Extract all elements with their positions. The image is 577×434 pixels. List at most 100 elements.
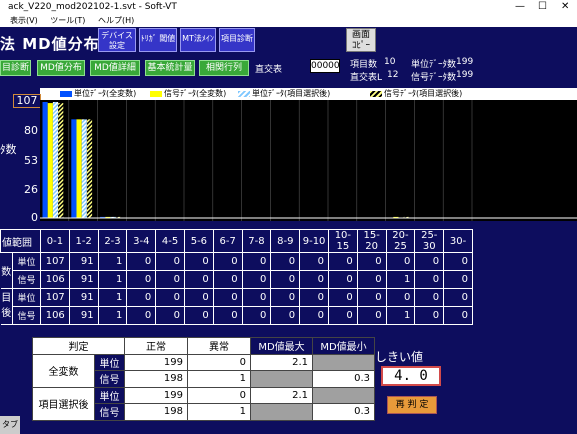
cell: 0 [183, 252, 214, 271]
range-col-header: 25-30 [414, 229, 445, 253]
cell: 0 [414, 252, 445, 271]
table-row: 信号 106 91 1 0 0 0 0 0 0 0 0 0 1 0 0 [1, 306, 473, 325]
orth-table-label: 直交表 [255, 65, 283, 75]
trigger-threshold-button[interactable]: ﾄﾘｶﾞ 閾値 [139, 28, 177, 52]
tab-label[interactable]: タブ [0, 416, 20, 434]
range-col-header: 30- [443, 229, 473, 253]
minimize-icon[interactable]: — [515, 0, 525, 14]
group-label-sel-bottom: 後 [1, 308, 12, 319]
group-label-sel: 目後 [0, 288, 13, 325]
threshold-input[interactable]: 4. 0 [381, 366, 441, 386]
group-label-all: 数 [0, 252, 13, 289]
cell [312, 386, 375, 404]
cell: 0 [270, 288, 301, 307]
orth-l-label: 直交表L [350, 73, 383, 83]
cell: 1 [385, 270, 416, 289]
nav-correlation-button[interactable]: 相関行列 [199, 60, 249, 76]
bar-signal-all [76, 119, 82, 218]
range-header: 値範囲 [0, 229, 41, 253]
y-tick-label: 26 [24, 182, 38, 196]
window-title: ack_V220_mod202102-1.svt - Soft-VT [8, 2, 177, 12]
cell: 0 [327, 288, 358, 307]
legend-unit-sel: 単位ﾃﾞｰﾀ(項目選択後) [238, 88, 330, 100]
cell: 0 [414, 288, 445, 307]
device-settings-button[interactable]: デバイス 設定 [98, 28, 136, 52]
legend-label-signal-sel: 信号ﾃﾞｰﾀ(項目選択後) [384, 89, 463, 98]
item-diagnosis-top-button[interactable]: 項目診断 [219, 28, 255, 52]
cell: 0 [385, 288, 416, 307]
bar-unit-all [71, 119, 77, 218]
cell: 0 [356, 306, 387, 325]
cell: 0 [356, 288, 387, 307]
nav-md-detail-button[interactable]: MD値詳細 [90, 60, 140, 76]
row-label-unit: 単位 [12, 288, 41, 307]
rejudge-button[interactable]: 再 判 定 [387, 396, 437, 414]
range-col-header: 5-6 [183, 229, 214, 253]
cell: 199 [124, 386, 188, 404]
cell: 0 [126, 306, 157, 325]
cell: 0 [356, 270, 387, 289]
frequency-table: 値範囲 0-1 1-2 2-3 3-4 4-5 5-6 6-7 7-8 8-9 … [0, 229, 473, 325]
cell: 91 [68, 288, 99, 307]
mt-main-button[interactable]: MT法ﾒｲﾝ [180, 28, 216, 52]
range-col-header: 6-7 [212, 229, 243, 253]
group-after-selection: 項目選択後 [32, 386, 95, 421]
item-count-label: 項目数 [350, 60, 378, 70]
legend-label-signal-all: 信号ﾃﾞｰﾀ(全変数) [164, 89, 227, 98]
bar-unit-selected [52, 102, 59, 218]
orth-table-value: 00000 [310, 59, 340, 73]
menu-tools[interactable]: ツール(T) [50, 16, 85, 25]
maximize-icon[interactable]: ☐ [538, 0, 547, 14]
orth-l-value: 12 [387, 70, 399, 80]
chart-legend: 単位ﾃﾞｰﾀ(全変数) 信号ﾃﾞｰﾀ(全変数) 単位ﾃﾞｰﾀ(項目選択後) 信号… [40, 88, 577, 100]
normal-header: 正常 [124, 337, 188, 355]
cell: 0 [270, 252, 301, 271]
legend-signal-sel: 信号ﾃﾞｰﾀ(項目選択後) [370, 88, 462, 100]
group-all-variables: 全変数 [32, 353, 95, 388]
nav-md-distribution-button[interactable]: MD値分布 [37, 60, 85, 76]
legend-swatch-unit-sel [238, 90, 250, 97]
md-histogram-chart [40, 100, 577, 221]
cell: 0.3 [312, 370, 375, 388]
item-count-value: 10 [384, 57, 396, 67]
cell: 0 [126, 252, 157, 271]
legend-unit-all: 単位ﾃﾞｰﾀ(全変数) [60, 88, 136, 100]
cell: 0 [183, 306, 214, 325]
md-min-header: MD値最小 [312, 337, 375, 355]
cell: 198 [124, 403, 188, 421]
cell [312, 353, 375, 371]
legend-swatch-unit-all [60, 90, 72, 97]
nav-item-diagnosis-button[interactable]: 目診断 [0, 60, 31, 76]
cell: 0 [443, 252, 473, 271]
unit-count-value: 199 [456, 57, 474, 67]
cell: 0.3 [312, 403, 375, 421]
menu-bar: 表示(V) ツール(T) ヘルプ(H) [0, 14, 577, 27]
cell: 1 [97, 306, 128, 325]
nav-basic-stats-button[interactable]: 基本統計量 [145, 60, 195, 76]
table-row: 全変数 単位 199 0 2.1 [32, 353, 375, 388]
table-row: 目後 単位 107 91 1 0 0 0 0 0 0 0 0 0 0 0 0 [0, 288, 473, 325]
cell: 0 [183, 270, 214, 289]
cell: 0 [327, 306, 358, 325]
range-col-header: 10-15 [327, 229, 358, 253]
page-title: 法 MD値分布 [0, 35, 100, 53]
screen-copy-button[interactable]: 画面 ｺﾋﾟｰ [346, 28, 376, 52]
cell: 0 [270, 306, 301, 325]
row-label-unit: 単位 [94, 353, 125, 371]
cell: 0 [212, 270, 243, 289]
cell: 198 [124, 370, 188, 388]
cell: 1 [97, 270, 128, 289]
bar-unit-all [42, 102, 48, 218]
cell: 0 [212, 306, 243, 325]
menu-view[interactable]: 表示(V) [10, 16, 38, 25]
cell: 0 [327, 270, 358, 289]
table-row: 数 単位 107 91 1 0 0 0 0 0 0 0 0 0 0 0 0 [0, 252, 473, 289]
cell: 1 [97, 288, 128, 307]
y-tick-label: 53 [24, 153, 38, 167]
menu-help[interactable]: ヘルプ(H) [98, 16, 134, 25]
bar-signal-all [47, 103, 53, 218]
cell: 107 [40, 252, 70, 271]
close-icon[interactable]: ✕ [561, 0, 569, 14]
cell: 0 [187, 353, 251, 371]
table-row: 信号 106 91 1 0 0 0 0 0 0 0 0 0 1 0 0 [1, 270, 473, 289]
